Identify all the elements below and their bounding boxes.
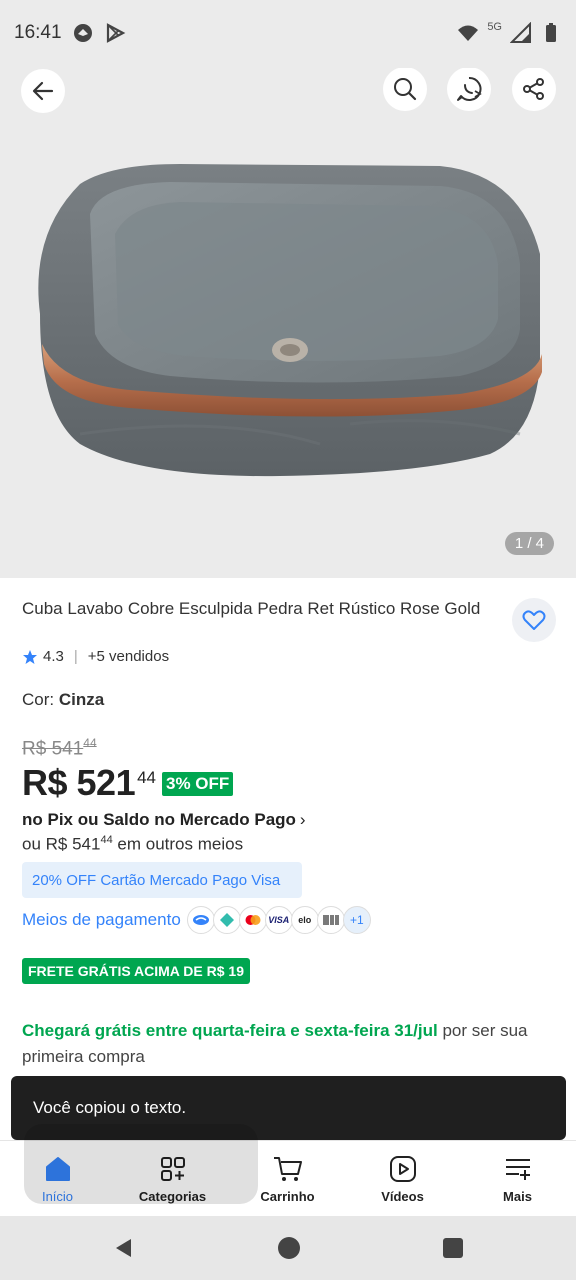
nav-pressed-highlight bbox=[24, 1124, 258, 1204]
sold-count: +5 vendidos bbox=[87, 648, 170, 665]
rating-value: 4.3 bbox=[43, 648, 64, 665]
color-selector[interactable]: Cor: Cinza bbox=[22, 690, 104, 710]
price-cents: 44 bbox=[137, 768, 157, 787]
product-gallery[interactable]: 1 / 4 bbox=[0, 68, 576, 578]
video-play-icon bbox=[389, 1155, 416, 1182]
free-shipping-badge: FRETE GRÁTIS ACIMA DE R$ 19 bbox=[22, 958, 250, 984]
more-payment-methods[interactable]: +1 bbox=[342, 906, 371, 934]
chevron-right-icon: › bbox=[299, 810, 306, 829]
status-system-icons: 5G bbox=[457, 21, 562, 44]
system-home-icon[interactable] bbox=[277, 1236, 301, 1260]
arrow-left-icon bbox=[32, 81, 54, 101]
system-recents-icon[interactable] bbox=[441, 1236, 465, 1260]
whatsapp-share-button[interactable] bbox=[447, 68, 491, 111]
other-payment-price: ou R$ 54144 em outros meios bbox=[22, 834, 243, 855]
discount-badge: 3% OFF bbox=[162, 772, 234, 796]
other-price: ou R$ 541 bbox=[22, 834, 101, 854]
mercado-pago-icon bbox=[186, 906, 215, 934]
search-button[interactable] bbox=[383, 68, 427, 111]
rating-separator: | bbox=[73, 648, 78, 665]
color-label: Cor: bbox=[22, 690, 55, 709]
pix-payment-link[interactable]: no Pix ou Saldo no Mercado Pago › bbox=[22, 810, 306, 830]
pix-icon bbox=[212, 906, 241, 934]
rating-row[interactable]: 4.3 | +5 vendidos bbox=[22, 648, 169, 665]
old-price-cents: 44 bbox=[83, 736, 97, 750]
star-icon bbox=[23, 649, 37, 664]
elo-icon: elo bbox=[290, 906, 319, 934]
battery-icon bbox=[546, 23, 556, 42]
system-navigation-bar bbox=[0, 1216, 576, 1280]
share-button[interactable] bbox=[512, 68, 556, 111]
network-label: 5G bbox=[487, 21, 502, 33]
old-price: R$ 54144 bbox=[22, 736, 97, 760]
product-image[interactable] bbox=[20, 114, 560, 514]
payment-methods-link[interactable]: Meios de pagamento bbox=[22, 910, 181, 930]
status-time: 16:41 bbox=[14, 22, 62, 43]
product-title: Cuba Lavabo Cobre Esculpida Pedra Ret Rú… bbox=[22, 599, 481, 618]
visa-icon: VISA bbox=[264, 906, 293, 934]
old-price-value: R$ 541 bbox=[22, 738, 84, 760]
search-icon bbox=[394, 78, 417, 101]
heart-icon bbox=[522, 610, 546, 630]
mastercard-icon bbox=[238, 906, 267, 934]
nav-more[interactable]: Mais bbox=[460, 1141, 575, 1217]
other-price-suffix: em outros meios bbox=[112, 834, 244, 854]
nav-cart-label: Carrinho bbox=[260, 1188, 315, 1204]
delivery-estimate: Chegará grátis entre quarta-feira e sext… bbox=[22, 1021, 438, 1040]
app-notification-icon bbox=[74, 24, 92, 42]
whatsapp-icon bbox=[457, 76, 482, 101]
play-store-icon bbox=[106, 23, 126, 43]
cart-icon bbox=[273, 1156, 302, 1181]
system-back-icon[interactable] bbox=[112, 1236, 136, 1260]
current-price: R$ 521 44 3% OFF bbox=[22, 762, 234, 804]
pix-text: no Pix ou Saldo no Mercado Pago bbox=[22, 810, 296, 829]
delivery-info: Chegará grátis entre quarta-feira e sext… bbox=[22, 1018, 562, 1070]
image-counter: 1 / 4 bbox=[504, 532, 554, 555]
share-icon bbox=[523, 78, 544, 100]
wifi-icon bbox=[458, 25, 479, 41]
boleto-icon bbox=[316, 906, 345, 934]
back-button[interactable] bbox=[21, 69, 65, 113]
status-notification-icons bbox=[72, 22, 126, 44]
card-offer-badge[interactable]: 20% OFF Cartão Mercado Pago Visa bbox=[22, 862, 302, 898]
payment-methods[interactable]: Meios de pagamento VISA elo +1 bbox=[22, 906, 371, 934]
nav-videos-label: Vídeos bbox=[381, 1188, 424, 1204]
signal-icon bbox=[510, 22, 531, 43]
status-bar: 16:41 5G bbox=[0, 0, 576, 68]
price-value: R$ 521 bbox=[22, 762, 136, 803]
favorite-button[interactable] bbox=[512, 598, 556, 642]
other-price-cents: 44 bbox=[100, 834, 113, 846]
color-value: Cinza bbox=[58, 690, 105, 709]
nav-more-label: Mais bbox=[503, 1188, 532, 1204]
menu-plus-icon bbox=[505, 1158, 530, 1180]
nav-videos[interactable]: Vídeos bbox=[345, 1141, 460, 1217]
